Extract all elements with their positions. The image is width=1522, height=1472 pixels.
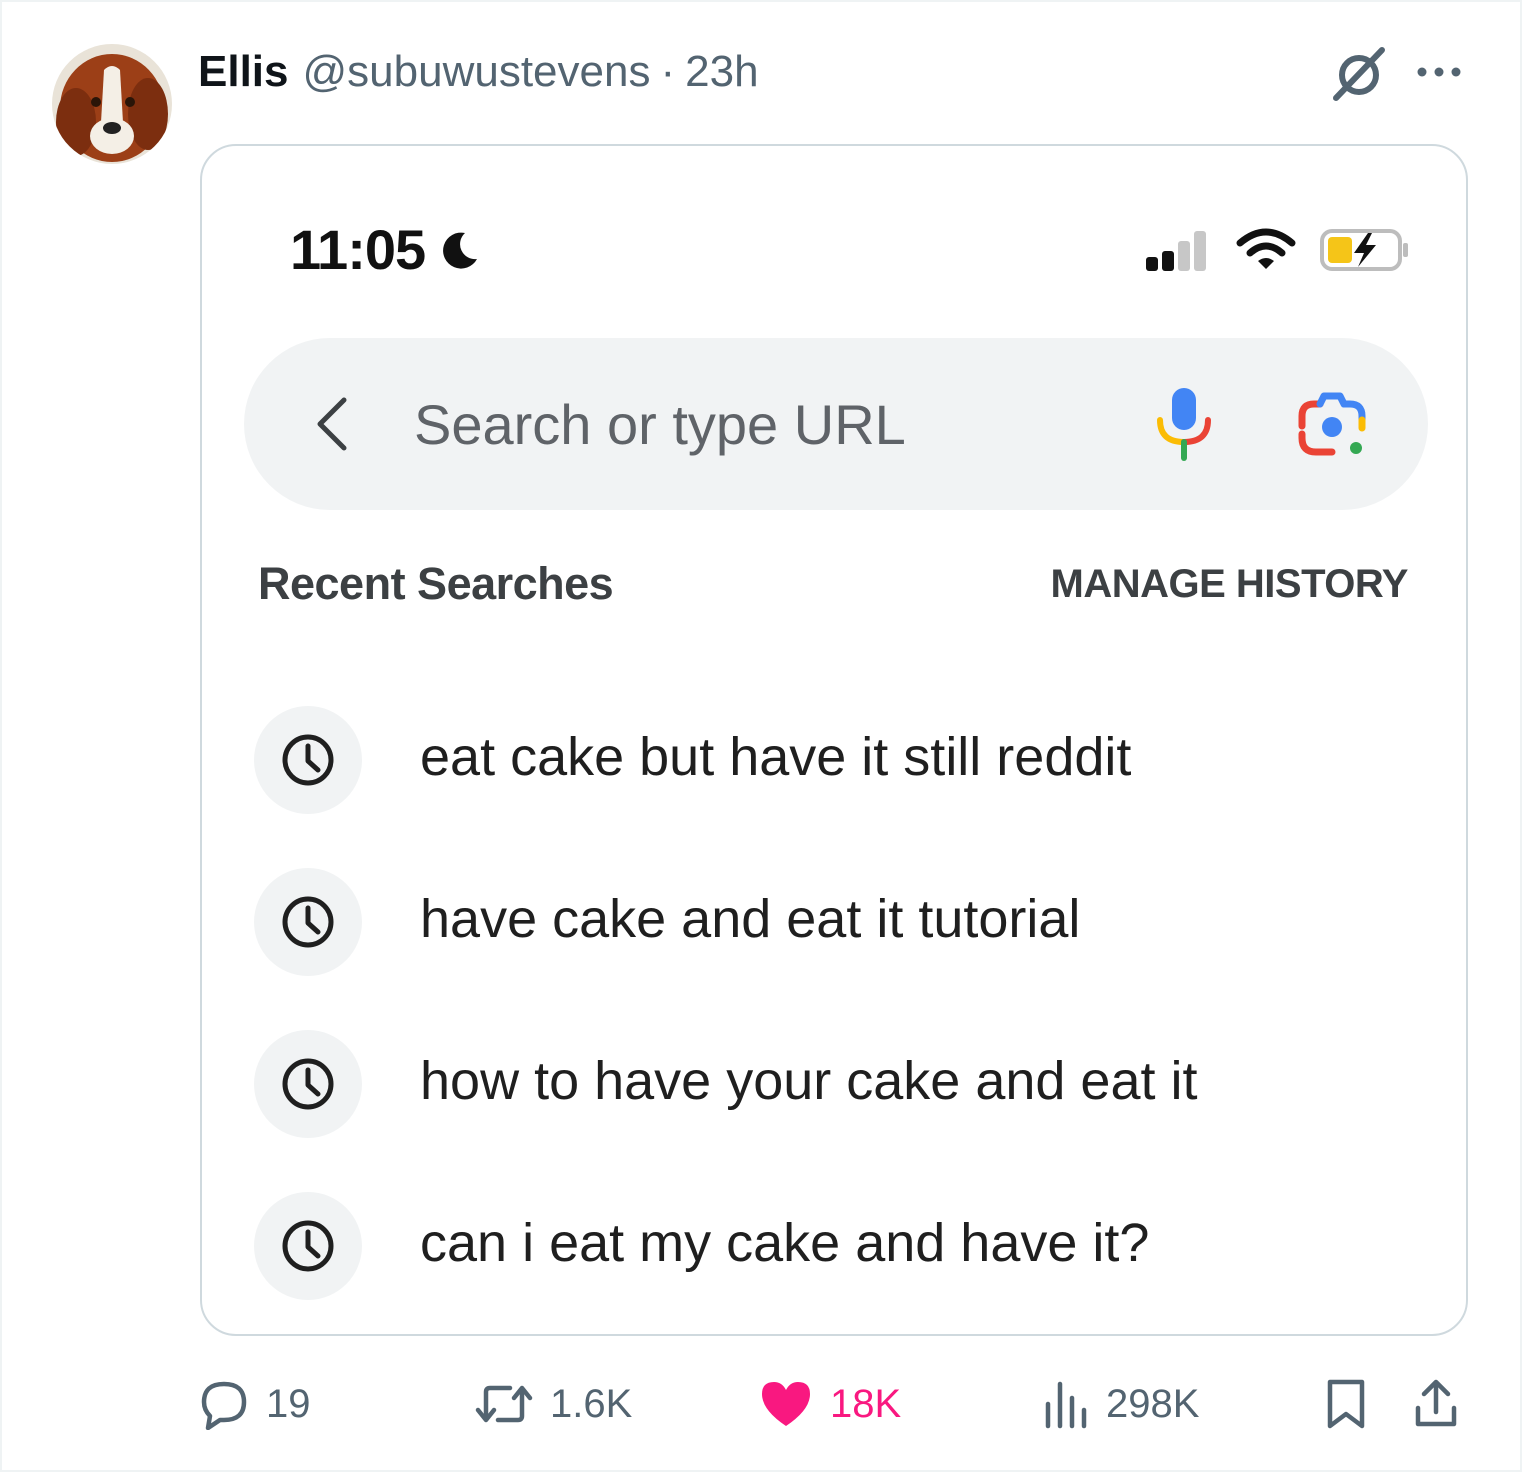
tweet: Ellis @subuwustevens · 23h 11:05 Search …: [0, 0, 1522, 1472]
author-name[interactable]: Ellis: [198, 47, 289, 97]
wifi-icon: [1236, 228, 1296, 269]
history-item[interactable]: have cake and eat it tutorial: [254, 868, 1404, 1030]
clock-icon: [254, 868, 362, 976]
lens-icon[interactable]: [1292, 390, 1372, 460]
clock-icon: [254, 706, 362, 814]
separator: ·: [660, 47, 676, 96]
bookmark-icon: [1327, 1379, 1365, 1429]
history-item[interactable]: how to have your cake and eat it: [254, 1030, 1404, 1192]
mic-icon[interactable]: [1152, 386, 1216, 462]
more-icon[interactable]: [1414, 52, 1464, 92]
views-icon: [1045, 1381, 1087, 1429]
author-handle[interactable]: @subuwustevens: [303, 47, 651, 97]
back-chevron-icon[interactable]: [306, 390, 358, 458]
moon-icon: [443, 232, 478, 269]
status-time-text: 11:05: [290, 217, 426, 281]
search-bar[interactable]: [244, 338, 1428, 510]
share-icon: [1415, 1379, 1457, 1427]
status-bar-time: 11:05: [290, 216, 481, 282]
bookmark-button[interactable]: [1324, 1372, 1384, 1436]
recent-searches-heading: Recent Searches: [258, 558, 614, 609]
history-item-text: have cake and eat it tutorial: [420, 889, 1081, 949]
history-item-text: eat cake but have it still reddit: [420, 727, 1132, 787]
repost-button[interactable]: 1.6K: [474, 1372, 632, 1436]
clock-icon: [254, 1192, 362, 1300]
views-button[interactable]: 298K: [1042, 1372, 1199, 1436]
timestamp[interactable]: 23h: [685, 47, 758, 97]
battery-charging-icon: [1320, 229, 1408, 271]
history-list: eat cake but have it still reddit have c…: [254, 706, 1404, 1334]
search-input[interactable]: [414, 384, 1114, 464]
tweet-image[interactable]: 11:05 Search or type URL Recent Searches…: [200, 144, 1468, 1336]
history-item[interactable]: eat cake but have it still reddit: [254, 706, 1404, 868]
action-bar: 19 1.6K 18K 298K: [198, 1372, 1468, 1436]
tweet-header: Ellis @subuwustevens · 23h: [198, 44, 759, 100]
history-item-text: how to have your cake and eat it: [420, 1051, 1198, 1111]
history-item-text: can i eat my cake and have it?: [420, 1213, 1150, 1273]
repost-count: 1.6K: [550, 1381, 633, 1426]
status-bar-icons: [1142, 222, 1412, 278]
grok-icon[interactable]: [1328, 42, 1390, 104]
history-item[interactable]: can i eat my cake and have it?: [254, 1192, 1404, 1334]
avatar[interactable]: [52, 44, 172, 164]
reply-icon: [201, 1381, 247, 1430]
reply-count: 19: [266, 1381, 311, 1426]
manage-history-button[interactable]: MANAGE HISTORY: [1051, 562, 1409, 607]
heart-icon: [762, 1382, 810, 1426]
share-button[interactable]: [1412, 1372, 1476, 1436]
reply-button[interactable]: 19: [198, 1372, 311, 1436]
like-count: 18K: [830, 1381, 902, 1426]
clock-icon: [254, 1030, 362, 1138]
view-count: 298K: [1106, 1381, 1200, 1426]
repost-icon: [475, 1385, 533, 1423]
signal-icon: [1146, 231, 1206, 271]
like-button[interactable]: 18K: [758, 1372, 901, 1436]
